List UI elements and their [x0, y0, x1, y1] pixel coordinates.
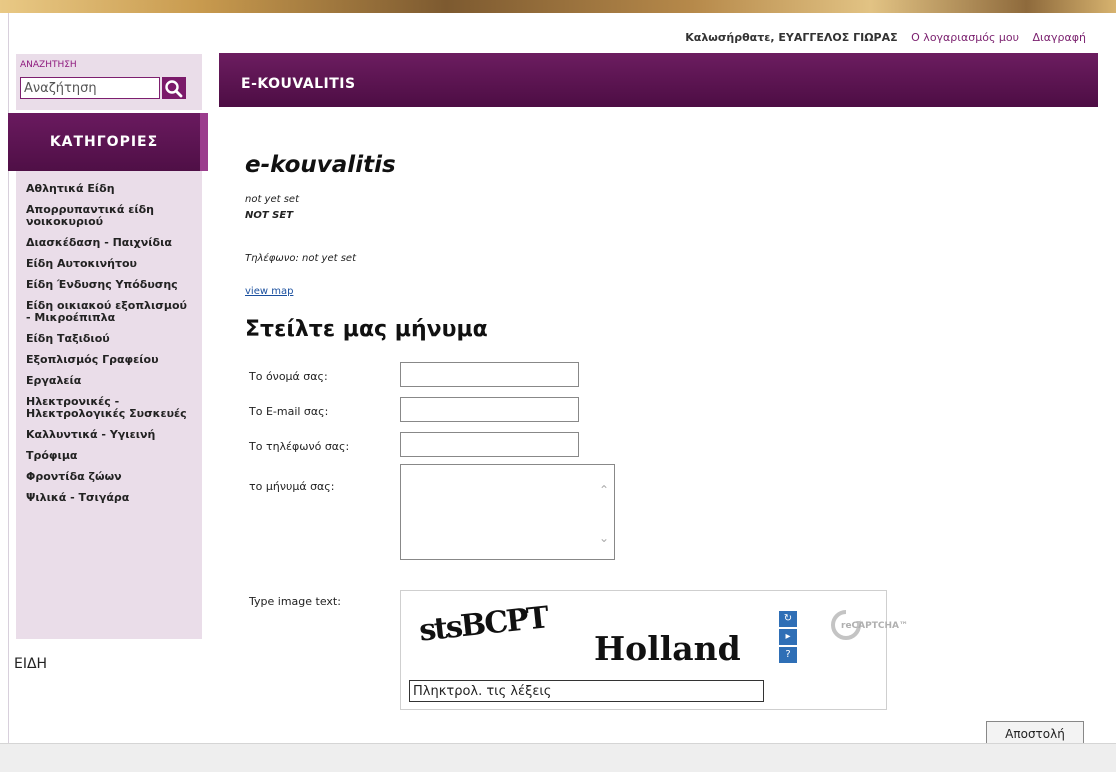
message-label: το μήνυμά σας: [249, 480, 335, 493]
reload-icon[interactable]: ↻ [779, 611, 797, 627]
search-box: ΑΝΑΖΗΤΗΣΗ [16, 54, 202, 110]
category-item[interactable]: Διασκέδαση - Παιχνίδια [26, 237, 194, 249]
category-item[interactable]: Είδη Αυτοκινήτου [26, 258, 194, 270]
captcha-word-1: stsBCPT [417, 600, 549, 649]
items-label: ΕΙΔΗ [14, 656, 48, 672]
email-label: Το E-mail σας: [249, 405, 329, 418]
shop-phone: Τηλέφωνο: not yet set [245, 253, 357, 264]
category-item[interactable]: Ηλεκτρονικές - Ηλεκτρολογικές Συσκευές [26, 396, 194, 420]
shop-name: e-kouvalitis [245, 152, 396, 178]
phone-label: Το τηλέφωνό σας: [249, 440, 350, 453]
top-banner [0, 0, 1116, 13]
audio-icon[interactable]: ▸ [779, 629, 797, 645]
search-button[interactable] [162, 77, 186, 99]
name-field[interactable] [400, 362, 579, 387]
page-title-bar: E-KOUVALITIS [219, 53, 1098, 107]
categories-header: ΚΑΤΗΓΟΡΙΕΣ [8, 113, 208, 171]
captcha-image: stsBCPT Holland [409, 599, 764, 675]
category-item[interactable]: Καλλυντικά - Υγιεινή [26, 429, 194, 441]
captcha-input[interactable] [409, 680, 764, 702]
captcha-widget: stsBCPT Holland ↻ ▸ ? reCAPTCHA™ [400, 590, 908, 710]
captcha-label: Type image text: [249, 595, 341, 608]
shop-address: not yet set [245, 194, 300, 205]
contact-form-title: Στείλτε μας μήνυμα [245, 317, 488, 342]
name-label: Το όνομά σας: [249, 370, 328, 383]
category-item[interactable]: Αθλητικά Είδη [26, 183, 194, 195]
category-list: Αθλητικά Είδη Απορρυπαντικά είδη νοικοκυ… [16, 171, 202, 504]
scroll-up-icon[interactable]: ⌃ [599, 483, 609, 497]
categories-panel: Αθλητικά Είδη Απορρυπαντικά είδη νοικοκυ… [16, 171, 202, 639]
captcha-word-2: Holland [594, 629, 741, 668]
help-icon[interactable]: ? [779, 647, 797, 663]
category-item[interactable]: Είδη οικιακού εξοπλισμού - Μικροέπιπλα [26, 300, 194, 324]
my-account-link[interactable]: Ο λογαριασμός μου [911, 31, 1019, 44]
scroll-down-icon[interactable]: ⌄ [599, 531, 609, 545]
email-field[interactable] [400, 397, 579, 422]
category-item[interactable]: Φροντίδα ζώων [26, 471, 194, 483]
search-label: ΑΝΑΖΗΤΗΣΗ [20, 60, 77, 70]
shop-city: NOT SET [245, 210, 294, 221]
category-item[interactable]: Είδη Ταξιδιού [26, 333, 194, 345]
user-bar: Καλωσήρθατε, ΕΥΑΓΓΕΛΟΣ ΓΙΩΡΑΣ Ο λογαριασ… [675, 31, 1086, 44]
phone-field[interactable] [400, 432, 579, 457]
message-field[interactable]: ⌃ ⌄ [400, 464, 615, 560]
recaptcha-logo-text: reCAPTCHA™ [841, 621, 908, 631]
logout-link[interactable]: Διαγραφή [1033, 31, 1086, 44]
category-item[interactable]: Τρόφιμα [26, 450, 194, 462]
bottom-bar [0, 743, 1116, 772]
search-input[interactable] [20, 77, 160, 99]
category-item[interactable]: Απορρυπαντικά είδη νοικοκυριού [26, 204, 194, 228]
category-item[interactable]: Ψιλικά - Τσιγάρα [26, 492, 194, 504]
category-item[interactable]: Εργαλεία [26, 375, 194, 387]
search-icon [162, 77, 186, 99]
greeting-text: Καλωσήρθατε, ΕΥΑΓΓΕΛΟΣ ΓΙΩΡΑΣ [685, 31, 898, 44]
category-item[interactable]: Εξοπλισμός Γραφείου [26, 354, 194, 366]
view-map-link[interactable]: view map [245, 286, 293, 297]
category-item[interactable]: Είδη Ένδυσης Υπόδυσης [26, 279, 194, 291]
